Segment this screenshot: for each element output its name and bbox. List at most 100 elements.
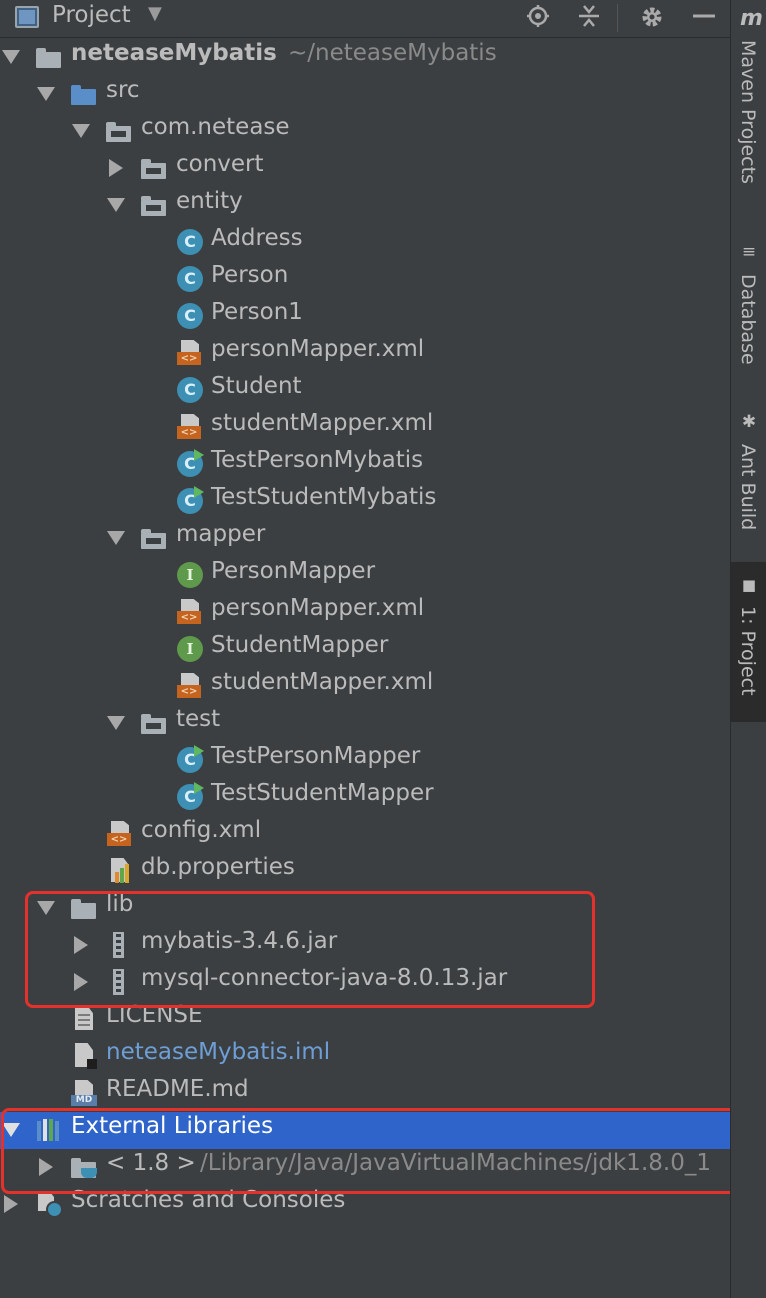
- package-icon: [141, 155, 167, 181]
- tab-maven-projects[interactable]: m Maven Projects: [731, 0, 766, 215]
- annotation-box-lib: [25, 891, 595, 1008]
- node-label: db.properties: [141, 854, 295, 880]
- tab-label: Maven Projects: [737, 40, 759, 184]
- package-icon: [141, 710, 167, 736]
- xml-file-icon: <>: [177, 414, 203, 440]
- expand-arrow-icon[interactable]: [107, 529, 125, 547]
- minimize-icon[interactable]: [686, 0, 722, 38]
- tree-node-file[interactable]: MD README.md: [0, 1075, 730, 1112]
- node-label: entity: [176, 188, 243, 214]
- collapsed-arrow-icon[interactable]: [109, 159, 125, 177]
- tab-ant-build[interactable]: ✱ Ant Build: [731, 408, 766, 548]
- tree-node-test-class[interactable]: C TestStudentMybatis: [0, 483, 730, 520]
- node-label: mapper: [176, 521, 266, 547]
- tree-node-module[interactable]: neteaseMybatis ~/neteaseMybatis: [0, 39, 730, 76]
- database-icon: ≡: [741, 242, 757, 262]
- project-view-selector[interactable]: Project: [52, 2, 131, 28]
- tree-node-file[interactable]: <> config.xml: [0, 816, 730, 853]
- project-tool-window-header: Project ▼: [0, 0, 730, 38]
- xml-file-icon: <>: [177, 340, 203, 366]
- project-folder-icon: ■: [741, 576, 757, 594]
- node-label: Address: [211, 225, 303, 251]
- tab-database[interactable]: ≡ Database: [731, 238, 766, 388]
- tree-node-class[interactable]: C Person: [0, 261, 730, 298]
- tree-node-file[interactable]: neteaseMybatis.iml: [0, 1038, 730, 1075]
- class-icon: C: [177, 229, 203, 255]
- class-icon: C: [177, 266, 203, 292]
- node-path: ~/neteaseMybatis: [288, 40, 497, 66]
- tree-node-class[interactable]: C Address: [0, 224, 730, 261]
- tab-project[interactable]: ■ 1: Project: [731, 562, 766, 722]
- node-label: com.netease: [141, 114, 290, 140]
- tree-node-test-class[interactable]: C TestStudentMapper: [0, 779, 730, 816]
- tree-node-interface[interactable]: I PersonMapper: [0, 557, 730, 594]
- tree-node-file[interactable]: <> studentMapper.xml: [0, 409, 730, 446]
- tree-node-class[interactable]: C Person1: [0, 298, 730, 335]
- node-label: Person1: [211, 299, 303, 325]
- tree-node-file[interactable]: <> studentMapper.xml: [0, 668, 730, 705]
- tree-node-package[interactable]: entity: [0, 187, 730, 224]
- tree-node-package[interactable]: com.netease: [0, 113, 730, 150]
- xml-file-icon: <>: [177, 599, 203, 625]
- expand-arrow-icon[interactable]: [107, 196, 125, 214]
- node-label: src: [106, 77, 140, 103]
- interface-icon: I: [177, 636, 203, 662]
- tree-node-test-class[interactable]: C TestPersonMybatis: [0, 446, 730, 483]
- annotation-box-external-libraries: [1, 1108, 754, 1194]
- properties-file-icon: [107, 858, 133, 884]
- locate-target-icon[interactable]: [520, 0, 556, 38]
- chevron-down-icon[interactable]: ▼: [148, 3, 162, 24]
- collapsed-arrow-icon[interactable]: [4, 1195, 20, 1213]
- xml-file-icon: <>: [177, 673, 203, 699]
- node-label: TestStudentMapper: [211, 780, 434, 806]
- iml-file-icon: [71, 1043, 97, 1069]
- node-label: TestPersonMapper: [211, 743, 421, 769]
- node-label: neteaseMybatis.iml: [106, 1039, 331, 1065]
- expand-arrow-icon[interactable]: [2, 48, 20, 66]
- tree-node-package[interactable]: test: [0, 705, 730, 742]
- test-class-icon: C: [177, 449, 204, 477]
- tree-node-test-class[interactable]: C TestPersonMapper: [0, 742, 730, 779]
- text-file-icon: [71, 1006, 97, 1032]
- test-class-icon: C: [177, 486, 204, 514]
- test-class-icon: C: [177, 745, 204, 773]
- package-icon: [106, 118, 132, 144]
- node-label: Person: [211, 262, 289, 288]
- maven-icon: m: [740, 6, 763, 31]
- tree-node-package[interactable]: mapper: [0, 520, 730, 557]
- expand-arrow-icon[interactable]: [107, 714, 125, 732]
- tree-node-file[interactable]: <> personMapper.xml: [0, 594, 730, 631]
- tree-node-file[interactable]: <> personMapper.xml: [0, 335, 730, 372]
- source-folder-icon: [71, 81, 97, 107]
- node-label: test: [176, 706, 221, 732]
- class-icon: C: [177, 303, 203, 329]
- node-label: personMapper.xml: [211, 595, 425, 621]
- tree-node-class[interactable]: C Student: [0, 372, 730, 409]
- tree-node-file[interactable]: db.properties: [0, 853, 730, 890]
- ant-icon: ✱: [741, 412, 757, 432]
- collapse-all-icon[interactable]: [571, 0, 607, 38]
- gear-icon[interactable]: [634, 0, 670, 38]
- node-label: TestStudentMybatis: [211, 484, 437, 510]
- module-folder-icon: [36, 44, 62, 70]
- xml-file-icon: <>: [107, 821, 133, 847]
- test-class-icon: C: [177, 782, 204, 810]
- node-label: Student: [211, 373, 302, 399]
- toolbar-divider: [617, 4, 618, 32]
- expand-arrow-icon[interactable]: [72, 122, 90, 140]
- expand-arrow-icon[interactable]: [37, 85, 55, 103]
- tree-node-interface[interactable]: I StudentMapper: [0, 631, 730, 668]
- scratches-icon: [36, 1191, 63, 1218]
- tree-node-src[interactable]: src: [0, 76, 730, 113]
- node-label: config.xml: [141, 817, 262, 843]
- tab-label: 1: Project: [737, 606, 759, 696]
- class-icon: C: [177, 377, 203, 403]
- node-label: personMapper.xml: [211, 336, 425, 362]
- right-tool-strip: m Maven Projects ≡ Database ✱ Ant Build …: [730, 0, 766, 1298]
- tree-node-package[interactable]: convert: [0, 150, 730, 187]
- node-label: TestPersonMybatis: [211, 447, 424, 473]
- node-label: studentMapper.xml: [211, 410, 434, 436]
- tab-label: Ant Build: [737, 444, 759, 531]
- tab-label: Database: [737, 274, 759, 365]
- node-label: convert: [176, 151, 264, 177]
